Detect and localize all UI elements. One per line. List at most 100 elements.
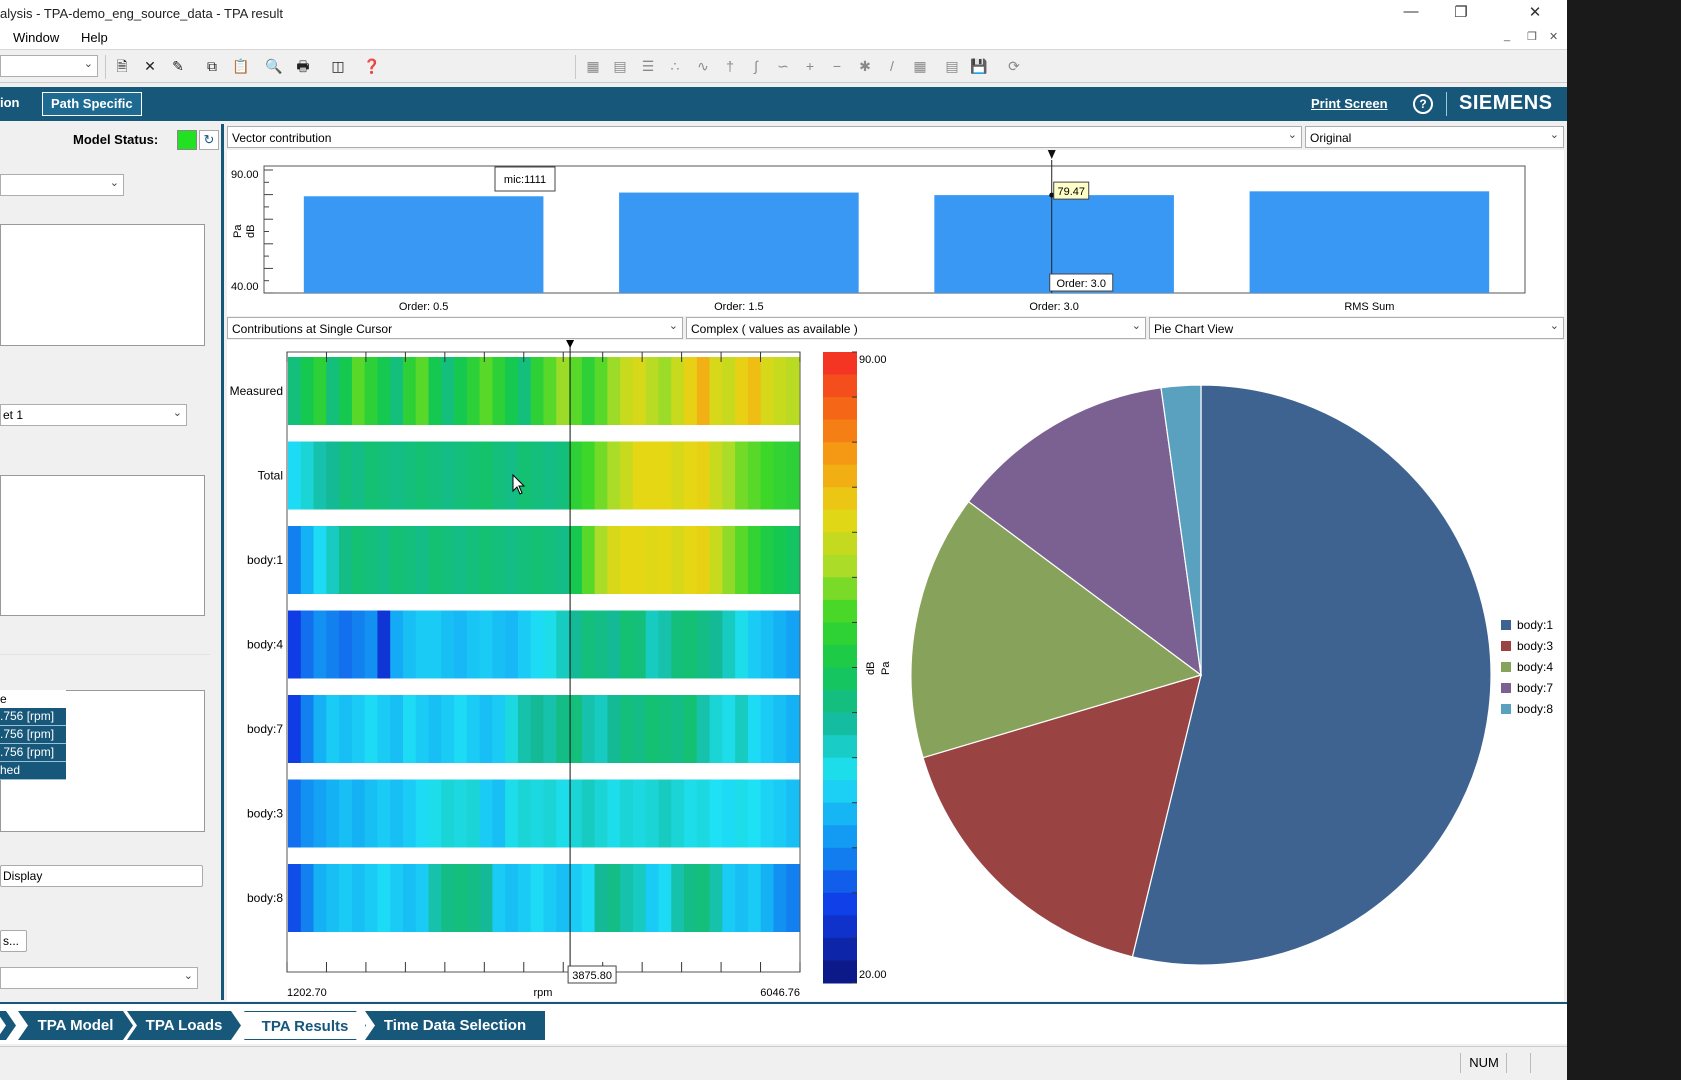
multiply-icon[interactable]: ✱	[854, 56, 876, 76]
mdi-close-button[interactable]: ✕	[1549, 30, 1558, 43]
left-list-box-1[interactable]	[0, 224, 205, 346]
refresh-tool-icon[interactable]: ⟳	[1003, 56, 1025, 76]
breadcrumb-path-specific[interactable]: Path Specific	[42, 92, 142, 116]
save-icon[interactable]: 💾	[968, 56, 990, 76]
new-doc-icon[interactable]: 🗎	[111, 56, 133, 76]
left-top-combo[interactable]: ⌄	[0, 174, 124, 196]
contributions-combo[interactable]: Contributions at Single Cursor ⌄	[227, 317, 683, 339]
bar-mark[interactable]	[1249, 191, 1490, 293]
legend-label: body:8	[1517, 702, 1553, 716]
scatter-icon[interactable]: ∴	[664, 56, 686, 76]
heatmap-cell	[760, 441, 775, 510]
bar-x-label: Order: 1.5	[714, 301, 764, 313]
heatmap-cell	[632, 610, 647, 679]
mdi-restore-button[interactable]: ❐	[1527, 30, 1537, 43]
heatmap-cell	[390, 610, 404, 679]
legend-label: body:3	[1517, 639, 1553, 653]
vector-contribution-combo[interactable]: Vector contribution ⌄	[227, 126, 1302, 148]
tab-tpa-model[interactable]: TPA Model	[18, 1011, 133, 1040]
status-divider	[1460, 1053, 1461, 1073]
heatmap-cell	[735, 357, 749, 425]
tab-previous[interactable]	[0, 1011, 16, 1040]
heatmap-cell	[377, 357, 391, 425]
calculator-icon[interactable]: ▦	[909, 56, 931, 76]
heatmap-cell	[326, 610, 340, 679]
left-bottom-combo[interactable]: ⌄	[0, 967, 198, 989]
rpm-list-item[interactable]: .756 [rpm]	[0, 726, 66, 744]
bar-cursor-marker-icon[interactable]	[1047, 150, 1056, 159]
paste-icon[interactable]: 📋	[230, 56, 252, 76]
fit-icon[interactable]: ∽	[772, 56, 794, 76]
toolbar-combo[interactable]: ⌄	[0, 55, 98, 77]
chart-tool-icon[interactable]: ▦	[582, 56, 604, 76]
tab-time-data-selection[interactable]: Time Data Selection	[365, 1011, 545, 1040]
print-icon[interactable]: 🖶	[292, 56, 314, 76]
close-button[interactable]: ✕	[1515, 3, 1555, 25]
copy-icon[interactable]: ⧉	[201, 56, 223, 76]
print-screen-link[interactable]: Print Screen	[1311, 96, 1388, 111]
delete-icon[interactable]: ✕	[139, 56, 161, 76]
heatmap-cell	[620, 526, 634, 594]
table-icon[interactable]: ▤	[941, 56, 963, 76]
tab-tpa-loads[interactable]: TPA Loads	[127, 1011, 241, 1040]
mdi-minimize-button[interactable]: _	[1504, 30, 1510, 42]
display-button[interactable]: Display	[0, 865, 203, 887]
heatmap-cell	[658, 864, 672, 932]
export-icon[interactable]: ◫	[327, 56, 349, 76]
tab-tpa-results[interactable]: TPA Results	[244, 1011, 366, 1040]
complex-combo[interactable]: Complex ( values as available ) ⌄	[686, 317, 1146, 339]
rpm-list-item[interactable]: .756 [rpm]	[0, 744, 66, 762]
curve-icon[interactable]: ∿	[692, 56, 714, 76]
heatmap-cell	[454, 779, 468, 848]
heatmap-cell	[492, 526, 506, 594]
heatmap-cell	[428, 779, 442, 848]
help-circle-icon[interactable]: ?	[1413, 94, 1433, 114]
menu-window[interactable]: Window	[13, 30, 59, 45]
add-icon[interactable]: +	[799, 56, 821, 76]
heatmap-cell	[658, 357, 672, 425]
heatmap-row-label: body:3	[247, 807, 283, 821]
rename-icon[interactable]: ✎	[167, 56, 189, 76]
pie-view-combo[interactable]: Pie Chart View ⌄	[1149, 317, 1564, 339]
print-preview-icon[interactable]: 🔍	[263, 56, 285, 76]
heatmap-cell	[594, 441, 608, 510]
left-list-box-2[interactable]	[0, 475, 205, 616]
heatmap-cell	[492, 610, 506, 679]
heatmap-cell	[786, 526, 800, 594]
rpm-list-item[interactable]: .756 [rpm]	[0, 708, 66, 726]
heatmap-cell	[594, 610, 608, 679]
heatmap-cell	[620, 779, 634, 848]
subtract-icon[interactable]: −	[826, 56, 848, 76]
heatmap-cell	[300, 441, 315, 510]
heatmap-cursor-marker-icon[interactable]	[566, 340, 575, 348]
menu-help[interactable]: Help	[81, 30, 108, 45]
refresh-icon[interactable]: ↻	[199, 130, 219, 150]
heatmap-cell	[390, 441, 404, 510]
heatmap-cell	[326, 864, 340, 932]
marker-icon[interactable]: †	[719, 56, 741, 76]
integral-icon[interactable]: ∫	[745, 56, 767, 76]
colorbar-step	[823, 892, 857, 916]
heatmap-pie-panel: Measured Total body:1 body:4 body:7 body:3 bod…	[227, 340, 1564, 1001]
heatmap-cell	[581, 526, 596, 594]
heatmap-cell	[479, 695, 493, 763]
help-icon[interactable]: ❓	[361, 56, 383, 76]
heatmap-cell	[658, 441, 672, 510]
mid-controls: Contributions at Single Cursor ⌄ Complex…	[227, 317, 1564, 339]
set-combo[interactable]: et 1 ⌄	[0, 404, 187, 426]
heatmap-cell	[402, 441, 417, 510]
bar-mark[interactable]	[303, 196, 544, 293]
chart-tool-icon[interactable]: ☰	[637, 56, 659, 76]
rpm-list-item[interactable]: hed	[0, 762, 66, 780]
original-combo[interactable]: Original ⌄	[1305, 126, 1564, 148]
breadcrumb-item[interactable]: ion	[0, 92, 28, 116]
minimize-button[interactable]: —	[1391, 3, 1431, 25]
heatmap-cell	[709, 864, 723, 932]
chart-tool-icon[interactable]: ▤	[609, 56, 631, 76]
restore-button[interactable]: ❐	[1441, 3, 1481, 25]
bar-mark[interactable]	[619, 192, 859, 293]
colorbar-max-label: 90.00	[859, 354, 887, 366]
divide-icon[interactable]: /	[881, 56, 903, 76]
heatmap-cursor-label: 3875.80	[572, 970, 612, 982]
more-button[interactable]: s...	[0, 930, 27, 952]
